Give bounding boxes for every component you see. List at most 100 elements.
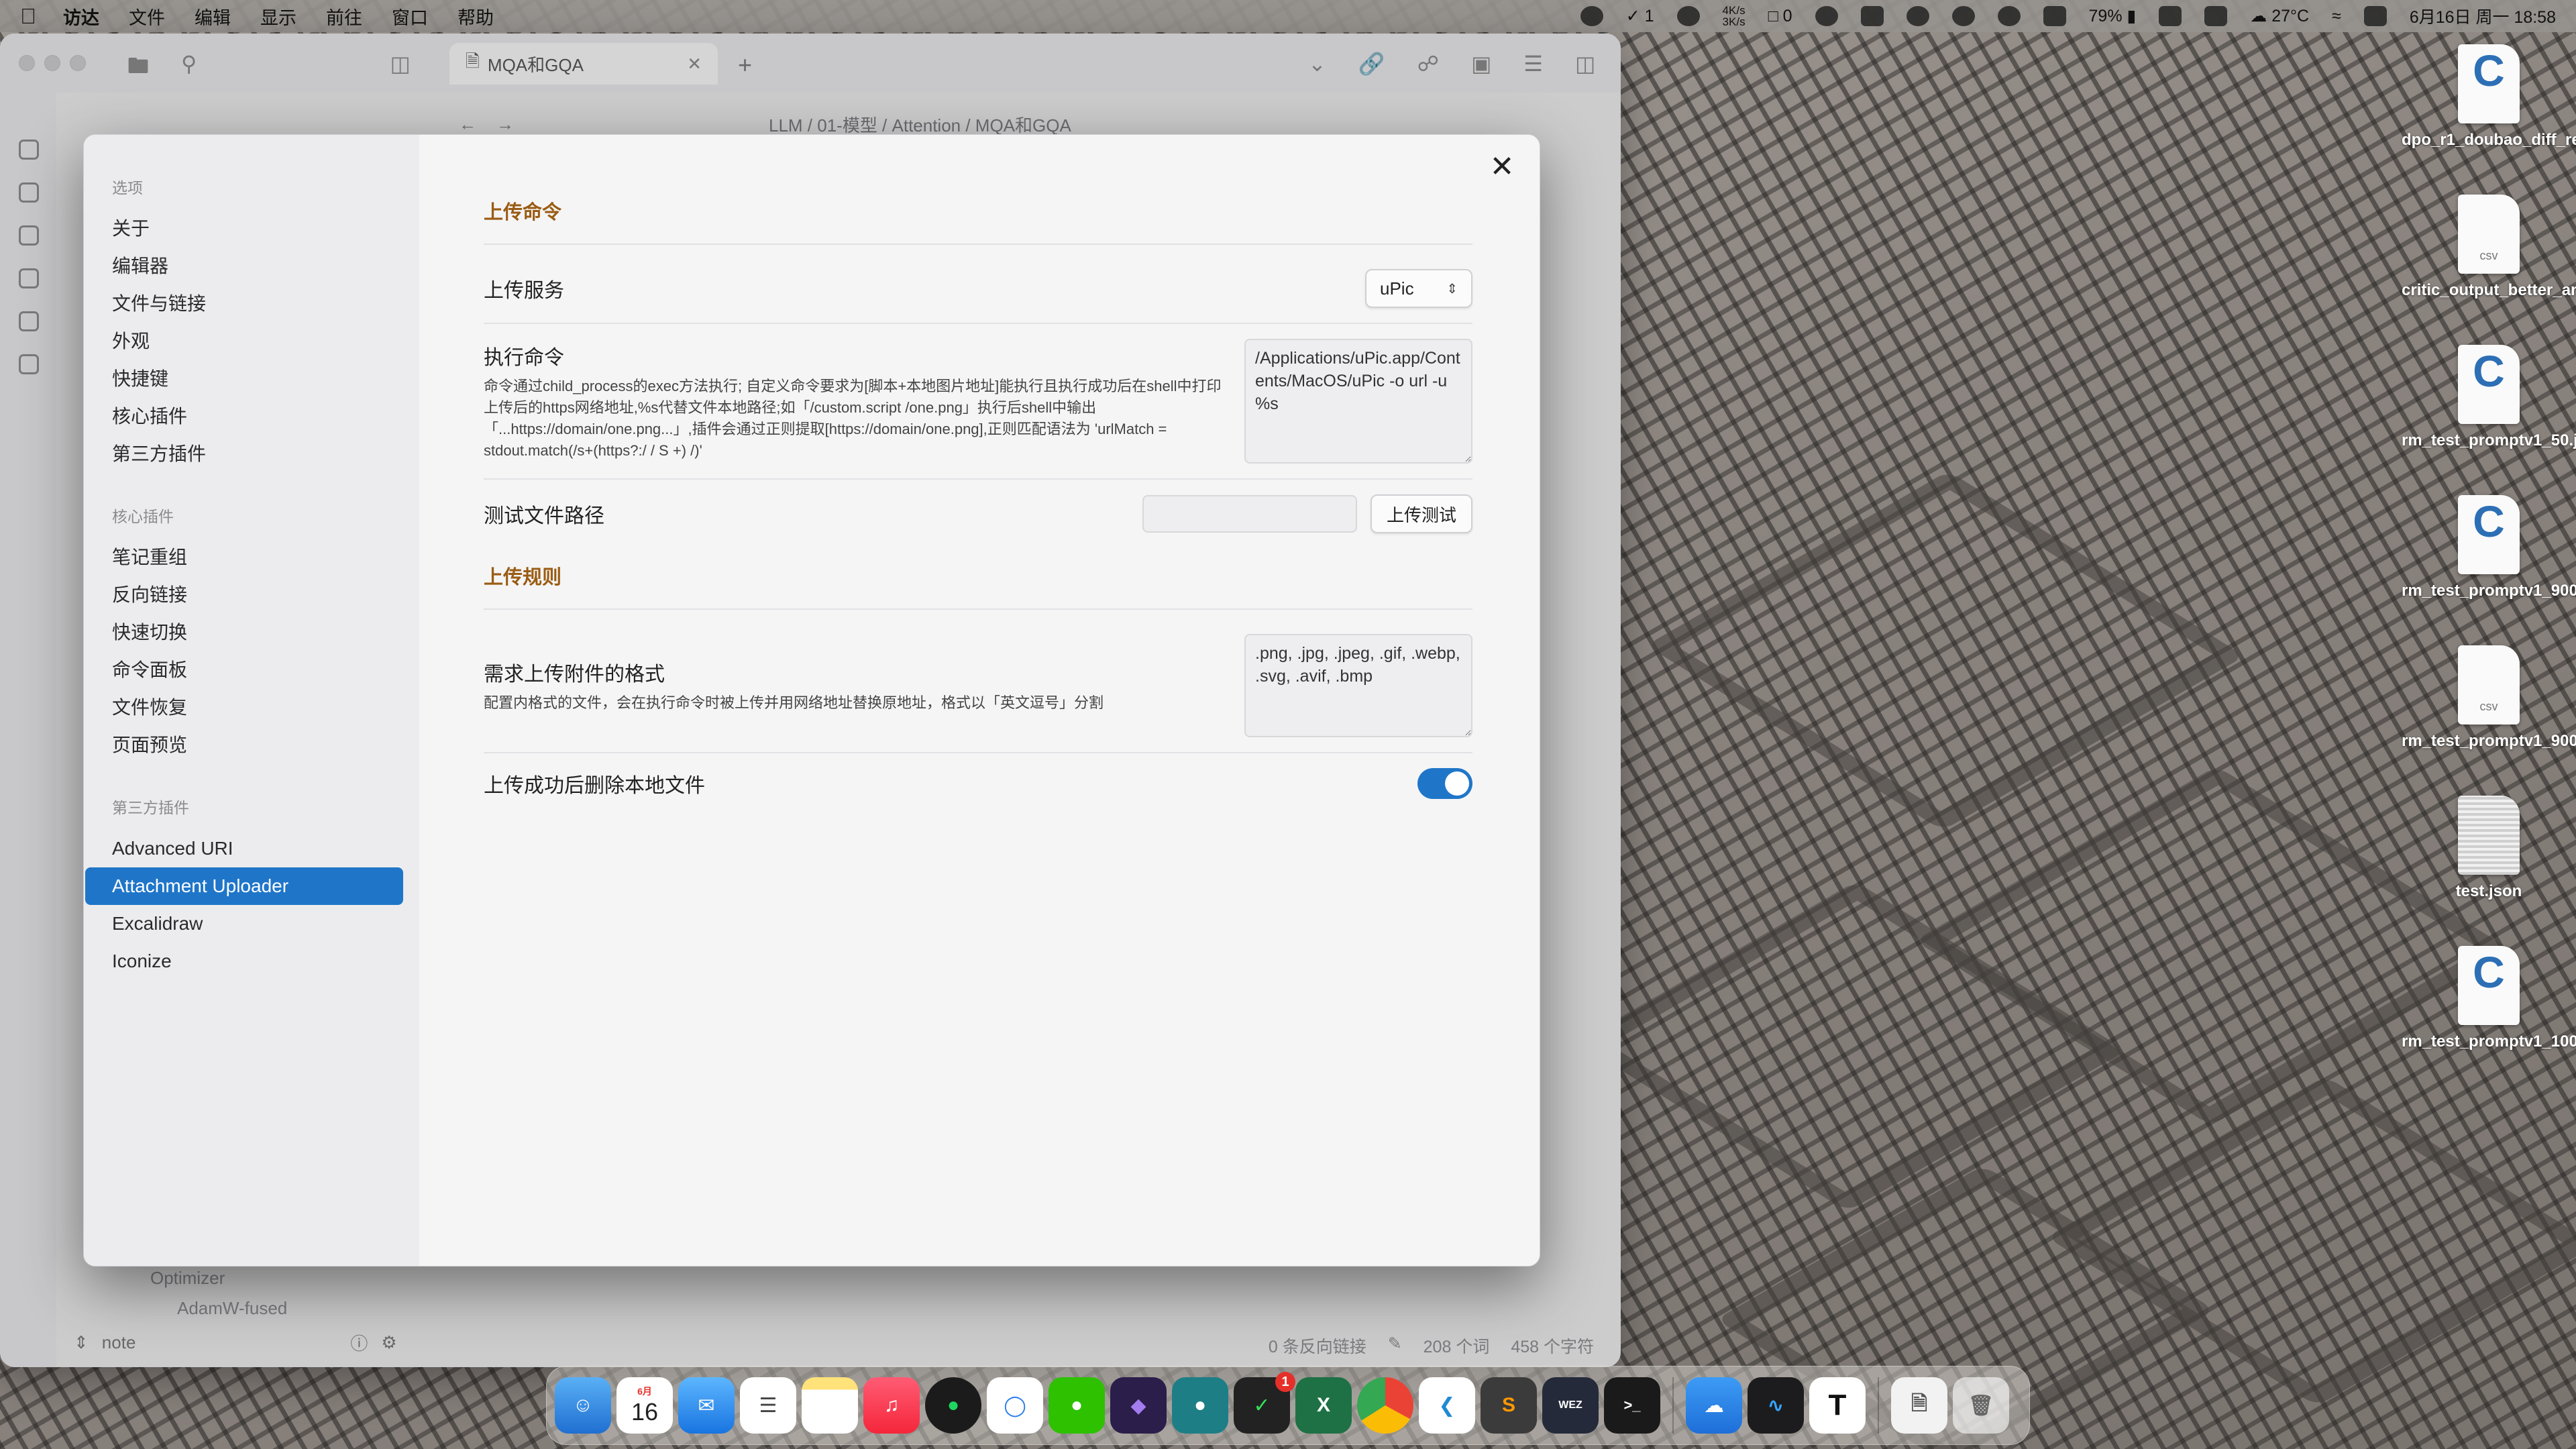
- wezterm-icon[interactable]: WEZ: [1542, 1377, 1599, 1434]
- stocks-icon[interactable]: ∿: [1748, 1377, 1804, 1434]
- check-status[interactable]: ✓ 1: [1626, 6, 1654, 26]
- chrome-icon[interactable]: [1357, 1377, 1413, 1434]
- check-count: 1: [1644, 7, 1654, 25]
- nav-note-composer[interactable]: 笔记重组: [85, 539, 403, 576]
- wechat-icon[interactable]: ●: [1049, 1377, 1105, 1434]
- test-path-row: 测试文件路径 上传测试: [484, 480, 1472, 548]
- nav-quick-switcher[interactable]: 快速切换: [85, 614, 403, 651]
- vscode-icon[interactable]: ❮: [1419, 1377, 1475, 1434]
- desktop-file[interactable]: C rm_test_promptv1_50.jsonl: [2402, 345, 2576, 451]
- nav-page-preview[interactable]: 页面预览: [85, 727, 403, 764]
- msg-count: 0: [1782, 6, 1792, 25]
- nav-hotkeys[interactable]: 快捷键: [85, 360, 403, 398]
- weather-status[interactable]: ☁ 27°C: [2250, 6, 2309, 26]
- security-status-icon[interactable]: [2043, 6, 2066, 26]
- menu-app-name[interactable]: 访达: [63, 3, 99, 30]
- spotify-icon[interactable]: ●: [925, 1377, 981, 1434]
- third-party-heading: 第三方插件: [112, 799, 189, 816]
- desktop-file[interactable]: csv rm_test_promptv1_900_1000.csv: [2402, 645, 2576, 751]
- typora-icon[interactable]: T: [1809, 1377, 1866, 1434]
- menu-edit[interactable]: 编辑: [195, 3, 231, 30]
- close-icon[interactable]: ✕: [1483, 148, 1521, 186]
- test-path-input[interactable]: [1142, 495, 1357, 533]
- upload-rules-heading: 上传规则: [484, 561, 1472, 610]
- reminders-icon[interactable]: ☰: [740, 1377, 796, 1434]
- messages-icon[interactable]: ◯: [987, 1377, 1043, 1434]
- trash-icon[interactable]: 🗑: [1953, 1377, 2009, 1434]
- upload-service-label: 上传服务: [484, 280, 564, 302]
- nav-file-recovery[interactable]: 文件恢复: [85, 689, 403, 727]
- battery-status[interactable]: 79% ▮: [2089, 6, 2137, 26]
- upload-test-button[interactable]: 上传测试: [1370, 494, 1472, 533]
- play-status-icon[interactable]: [1997, 6, 2021, 26]
- formats-row: 需求上传附件的格式 配置内格式的文件，会在执行命令时被上传并用网络地址替换原地址…: [484, 619, 1472, 753]
- status-area: ✓ 1 4K/s 3K/s □ 0 79% ▮ ☁ 27°C ≈ 6月16日 周一…: [1580, 4, 2556, 28]
- delete-local-toggle[interactable]: [1417, 768, 1472, 799]
- formats-description: 配置内格式的文件，会在执行命令时被上传并用网络地址替换原地址，格式以「英文逗号」…: [484, 694, 1104, 711]
- delete-local-label: 上传成功后删除本地文件: [484, 775, 705, 797]
- chat-status-icon[interactable]: [1815, 6, 1838, 26]
- documents-folder-icon[interactable]: 🗎: [1891, 1377, 1947, 1434]
- menu-bar:  访达 文件 编辑 显示 前往 窗口 帮助 ✓ 1 4K/s3K/s □ 0 …: [0, 0, 2576, 32]
- desktop-file-name: dpo_r1_doubao_diff_reaso..._6k.jsonl: [2402, 131, 2576, 149]
- nav-attachment-uploader[interactable]: Attachment Uploader: [85, 867, 403, 905]
- wechat-status-icon[interactable]: [1580, 6, 1603, 26]
- robot-status-icon[interactable]: [1951, 6, 1975, 26]
- wifi-icon[interactable]: ≈: [2332, 7, 2341, 26]
- control-center-icon[interactable]: [2363, 6, 2387, 26]
- cloud-sync-icon[interactable]: [1676, 6, 1700, 26]
- nav-command-palette[interactable]: 命令面板: [85, 651, 403, 689]
- desktop-file[interactable]: csv critic_output_better_answer.csv: [2402, 195, 2576, 301]
- nav-editor[interactable]: 编辑器: [85, 248, 403, 285]
- terminal-icon[interactable]: >_: [1604, 1377, 1660, 1434]
- activity-check-icon[interactable]: ✓ 1: [1234, 1372, 1295, 1434]
- nav-excalidraw[interactable]: Excalidraw: [85, 905, 403, 943]
- notes-icon[interactable]: [802, 1377, 858, 1434]
- nav-backlinks[interactable]: 反向链接: [85, 576, 403, 614]
- nav-appearance[interactable]: 外观: [85, 323, 403, 360]
- s-status-icon[interactable]: [2159, 6, 2182, 26]
- finder-icon[interactable]: ☺: [555, 1377, 611, 1434]
- desktop-file[interactable]: test.json: [2402, 796, 2576, 902]
- mail-icon[interactable]: ✉: [678, 1377, 735, 1434]
- apple-menu-icon[interactable]: : [20, 4, 36, 29]
- formats-input[interactable]: .png, .jpg, .jpeg, .gif, .webp, .svg, .a…: [1244, 634, 1472, 737]
- menu-help[interactable]: 帮助: [458, 3, 494, 30]
- upload-service-row: 上传服务 uPic ⇕: [484, 254, 1472, 324]
- nav-files-links[interactable]: 文件与链接: [85, 285, 403, 323]
- notification-badge: 1: [1275, 1372, 1295, 1392]
- fork-status-icon[interactable]: [2204, 6, 2228, 26]
- upload-service-select[interactable]: uPic ⇕: [1365, 269, 1472, 308]
- settings-sidebar: 选项 关于 编辑器 文件与链接 外观 快捷键 核心插件 第三方插件 核心插件 笔…: [84, 135, 419, 1266]
- shield-status-icon[interactable]: [1860, 6, 1884, 26]
- sublime-icon[interactable]: S: [1481, 1377, 1537, 1434]
- core-plugins-section: 核心插件 笔记重组 反向链接 快速切换 命令面板 文件恢复 页面预览: [100, 504, 403, 764]
- desktop-file[interactable]: C dpo_r1_doubao_diff_reaso..._6k.jsonl: [2402, 44, 2576, 150]
- nav-community-plugins[interactable]: 第三方插件: [85, 435, 403, 473]
- desktop-file[interactable]: C rm_test_promptv1_1000_2000.jsonl: [2402, 946, 2576, 1052]
- nav-iconize[interactable]: Iconize: [85, 943, 403, 980]
- excel-icon[interactable]: X: [1295, 1377, 1352, 1434]
- weather-icon[interactable]: ☁: [1686, 1377, 1742, 1434]
- nav-core-plugins[interactable]: 核心插件: [85, 398, 403, 435]
- nav-about[interactable]: 关于: [85, 210, 403, 248]
- nav-advanced-uri[interactable]: Advanced URI: [85, 830, 403, 867]
- core-plugins-heading: 核心插件: [112, 508, 174, 525]
- exec-command-input[interactable]: /Applications/uPic.app/Contents/MacOS/uP…: [1244, 339, 1472, 464]
- obsidian-icon[interactable]: ◆: [1110, 1377, 1167, 1434]
- menu-window[interactable]: 窗口: [392, 3, 428, 30]
- message-status[interactable]: □ 0: [1768, 7, 1792, 26]
- vpn-status-icon[interactable]: [1906, 6, 1929, 26]
- mastodon-icon[interactable]: ●: [1172, 1377, 1228, 1434]
- calendar-icon[interactable]: 6月 16: [616, 1377, 673, 1434]
- desktop-file[interactable]: C rm_test_promptv1_900_1000.jsonl: [2402, 495, 2576, 601]
- settings-content: ✕ 上传命令 上传服务 uPic ⇕ 执行命令 命令通过child_proces…: [419, 135, 1540, 1266]
- menu-go[interactable]: 前往: [326, 3, 362, 30]
- settings-modal: 选项 关于 编辑器 文件与链接 外观 快捷键 核心插件 第三方插件 核心插件 笔…: [83, 134, 1540, 1267]
- clock[interactable]: 6月16日 周一 18:58: [2410, 4, 2556, 28]
- menu-file[interactable]: 文件: [129, 3, 165, 30]
- menu-view[interactable]: 显示: [260, 3, 297, 30]
- wallpaper-tile: [1646, 470, 2245, 831]
- music-icon[interactable]: ♫: [863, 1377, 920, 1434]
- jsonl-file-icon: C: [2458, 946, 2520, 1025]
